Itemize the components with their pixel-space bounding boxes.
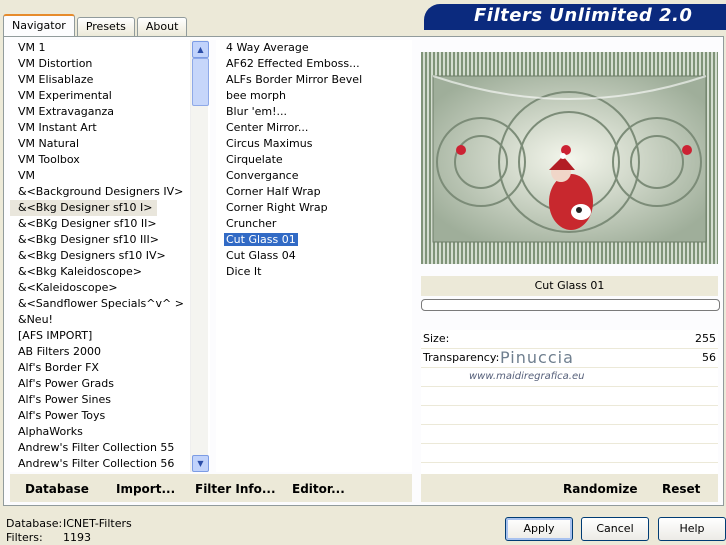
filter-item[interactable]: Center Mirror... <box>216 120 412 136</box>
category-item[interactable]: VM Experimental <box>10 88 210 104</box>
filter-item-label: bee morph <box>226 89 286 102</box>
progress-bar <box>421 299 720 311</box>
filter-item-label: Circus Maximus <box>226 137 313 150</box>
app-title: Filters Unlimited 2.0 <box>474 5 693 26</box>
import-button[interactable]: Import... <box>116 482 175 496</box>
scroll-thumb[interactable] <box>192 58 209 106</box>
tab-navigator[interactable]: Navigator <box>3 14 75 37</box>
filter-item[interactable]: bee morph <box>216 88 412 104</box>
filter-item-label: Cut Glass 01 <box>224 233 298 246</box>
category-item[interactable]: Alf's Power Sines <box>10 392 210 408</box>
filter-info-button[interactable]: Filter Info... <box>195 482 276 496</box>
filter-item-label: 4 Way Average <box>226 41 309 54</box>
category-item[interactable]: Alf's Power Grads <box>10 376 210 392</box>
right-toolbar: Randomize Reset <box>421 474 718 502</box>
category-item[interactable]: VM Distortion <box>10 56 210 72</box>
category-item[interactable]: [AFS IMPORT] <box>10 328 210 344</box>
category-item[interactable]: AlphaWorks <box>10 424 210 440</box>
category-item[interactable]: &<Bkg Kaleidoscope> <box>10 264 210 280</box>
category-item[interactable]: VM Instant Art <box>10 120 210 136</box>
param-value[interactable]: 255 <box>695 330 716 348</box>
param-row-empty <box>421 406 718 425</box>
param-label: Transparency: <box>423 351 500 364</box>
param-value[interactable]: 56 <box>702 349 716 367</box>
category-item[interactable]: Alf's Border FX <box>10 360 210 376</box>
param-label: Size: <box>423 332 450 345</box>
category-scrollbar[interactable]: ▲ ▼ <box>190 40 209 472</box>
category-list[interactable]: VM 1 VM Distortion VM Elisablaze VM Experim… <box>10 40 210 472</box>
filter-item-label: Center Mirror... <box>226 121 309 134</box>
filter-item[interactable]: Circus Maximus <box>216 136 412 152</box>
category-item[interactable]: Alf's Power Toys <box>10 408 210 424</box>
filters-count-label: Filters: <box>6 531 43 544</box>
watermark-name: Pinuccia <box>500 348 574 367</box>
param-row-size[interactable]: Size: 255 <box>421 330 718 349</box>
filter-item[interactable]: AF62 Effected Emboss... <box>216 56 412 72</box>
category-item[interactable]: AB Filters 2000 <box>10 344 210 360</box>
help-button[interactable]: Help <box>658 517 726 541</box>
category-item[interactable]: VM Natural <box>10 136 210 152</box>
filter-item[interactable]: Cut Glass 01 <box>216 232 412 248</box>
tab-about[interactable]: About <box>136 17 188 36</box>
filter-name-label: Cut Glass 01 <box>421 276 718 296</box>
category-item[interactable]: Andrew's Filter Collection 55 <box>10 440 210 456</box>
category-item[interactable]: &<Bkg Designer sf10 I> <box>10 200 157 216</box>
filter-item-label: Dice It <box>226 265 262 278</box>
tab-strip: Navigator Presets About <box>3 14 189 37</box>
filter-item[interactable]: Corner Half Wrap <box>216 184 412 200</box>
filter-item-label: Corner Half Wrap <box>226 185 321 198</box>
scroll-up-icon[interactable]: ▲ <box>192 41 209 58</box>
reset-button[interactable]: Reset <box>662 482 700 496</box>
category-item[interactable]: VM Toolbox <box>10 152 210 168</box>
category-item[interactable]: &<Background Designers IV> <box>10 184 210 200</box>
filter-item-label: Cruncher <box>226 217 277 230</box>
editor-button[interactable]: Editor... <box>292 482 345 496</box>
param-row-empty <box>421 387 718 406</box>
param-row-empty <box>421 444 718 463</box>
database-button[interactable]: Database <box>25 482 89 496</box>
category-item[interactable]: &<BKg Designer sf10 II> <box>10 216 210 232</box>
cancel-button[interactable]: Cancel <box>581 517 649 541</box>
category-item[interactable]: &<Bkg Designers sf10 IV> <box>10 248 210 264</box>
filter-item[interactable]: ALFs Border Mirror Bevel <box>216 72 412 88</box>
category-item[interactable]: Andrew's Filter Collection 56 <box>10 456 210 472</box>
filter-item[interactable]: Convergance <box>216 168 412 184</box>
filter-item-label: AF62 Effected Emboss... <box>226 57 360 70</box>
filter-item-label: ALFs Border Mirror Bevel <box>226 73 363 86</box>
category-item[interactable]: &Neu! <box>10 312 210 328</box>
database-label: Database: <box>6 517 63 530</box>
filter-item-label: Blur 'em!... <box>226 105 287 118</box>
filter-item-label: Corner Right Wrap <box>226 201 328 214</box>
filter-item[interactable]: Cruncher <box>216 216 412 232</box>
preview-image <box>421 52 718 264</box>
filter-list[interactable]: 4 Way Average AF62 Effected Emboss... ALFs… <box>216 40 412 472</box>
filter-item[interactable]: Corner Right Wrap <box>216 200 412 216</box>
watermark-url: www.maidiregrafica.eu <box>469 371 585 382</box>
filter-item-label: Cirquelate <box>226 153 283 166</box>
tab-presets[interactable]: Presets <box>76 17 135 36</box>
filter-item-label: Convergance <box>226 169 299 182</box>
category-item[interactable]: &<Bkg Designer sf10 III> <box>10 232 210 248</box>
category-item[interactable]: VM 1 <box>10 40 210 56</box>
category-item[interactable]: &<Sandflower Specials^v^ > <box>10 296 210 312</box>
filter-item-label: Cut Glass 04 <box>226 249 296 262</box>
filter-item[interactable]: 4 Way Average <box>216 40 412 56</box>
randomize-button[interactable]: Randomize <box>563 482 637 496</box>
param-row-empty <box>421 425 718 444</box>
apply-button[interactable]: Apply <box>505 517 573 541</box>
filter-item[interactable]: Dice It <box>216 264 412 280</box>
filter-item[interactable]: Cut Glass 04 <box>216 248 412 264</box>
filters-count-value: 1193 <box>63 531 91 544</box>
left-toolbar: Database Import... Filter Info... Editor… <box>10 474 412 502</box>
category-item[interactable]: &<Kaleidoscope> <box>10 280 210 296</box>
scroll-down-icon[interactable]: ▼ <box>192 455 209 472</box>
filter-item[interactable]: Blur 'em!... <box>216 104 412 120</box>
status-area: Database:ICNET-Filters Filters: 1193 <box>6 517 132 545</box>
filter-item[interactable]: Cirquelate <box>216 152 412 168</box>
category-item[interactable]: VM <box>10 168 210 184</box>
database-value: ICNET-Filters <box>63 517 132 530</box>
category-item[interactable]: VM Elisablaze <box>10 72 210 88</box>
category-item[interactable]: VM Extravaganza <box>10 104 210 120</box>
